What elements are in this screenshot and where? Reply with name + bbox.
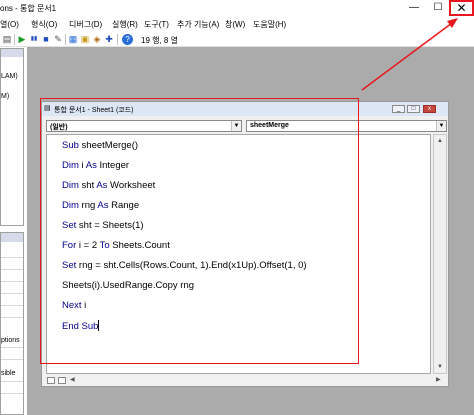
annotation-arrow: [361, 18, 458, 91]
